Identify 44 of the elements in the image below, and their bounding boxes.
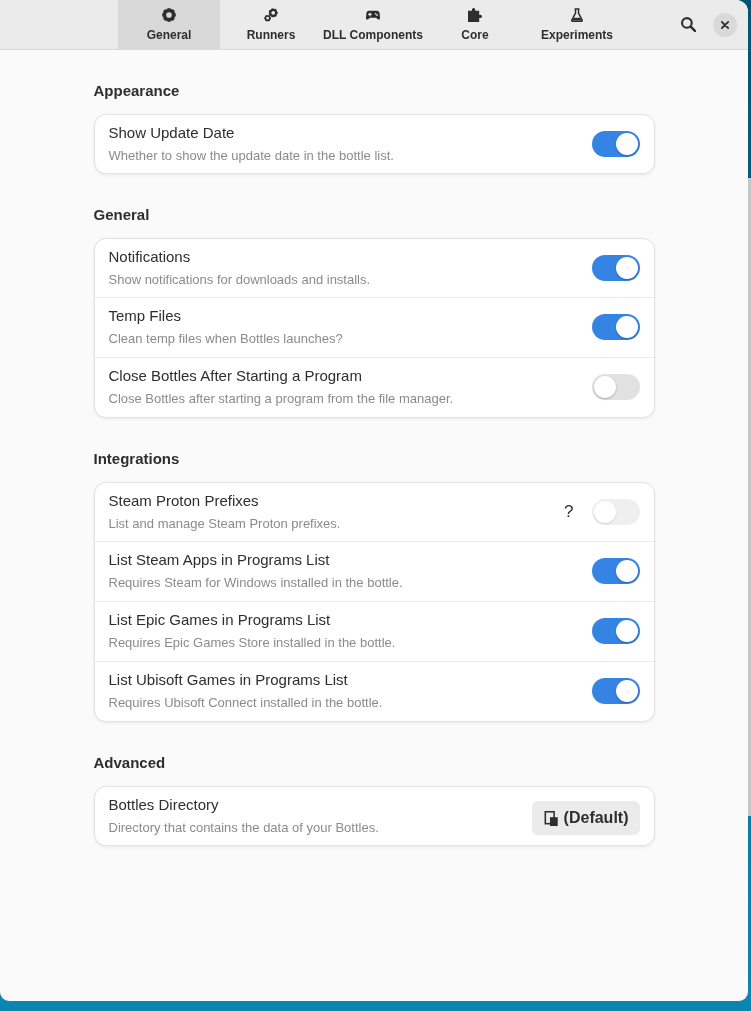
row-title: Show Update Date xyxy=(108,123,235,143)
puzzle-icon xyxy=(468,8,482,22)
toggle-switch[interactable] xyxy=(591,618,640,644)
toggle-switch[interactable] xyxy=(591,374,640,400)
row-subtitle: Requires Epic Games Store installed in the bottle. xyxy=(108,634,396,652)
gamepad-icon xyxy=(366,8,380,22)
view-tab[interactable]: Experiments xyxy=(526,0,628,49)
section-title: General xyxy=(93,205,150,225)
toggle-switch[interactable] xyxy=(591,255,640,281)
section-title: Appearance xyxy=(93,81,180,101)
row-subtitle: Requires Steam for Windows installed in the bottle. xyxy=(108,574,403,592)
row-title: List Steam Apps in Programs List xyxy=(108,550,330,570)
row-title: List Ubisoft Games in Programs List xyxy=(108,670,348,690)
row-subtitle: Directory that contains the data of your Bottles. xyxy=(108,819,379,837)
gear-icon xyxy=(162,8,176,22)
view-tab[interactable]: Runners xyxy=(220,0,322,49)
file-icon xyxy=(543,810,558,826)
section-title: Integrations xyxy=(93,449,180,469)
row-subtitle: Close Bottles after starting a program from the file manager. xyxy=(108,390,454,408)
directory-button[interactable]: (Default) xyxy=(531,801,640,835)
flask-icon xyxy=(570,8,584,22)
view-tab[interactable]: Core xyxy=(424,0,526,49)
row-title: Close Bottles After Starting a Program xyxy=(108,366,362,386)
search-icon xyxy=(680,17,696,32)
close-icon xyxy=(721,20,729,29)
row-title: List Epic Games in Programs List xyxy=(108,610,331,630)
row-subtitle: Clean temp files when Bottles launches? xyxy=(108,330,343,348)
row-title: Steam Proton Prefixes xyxy=(108,491,259,511)
row-title: Notifications xyxy=(108,247,191,267)
view-tab[interactable]: DLL Components xyxy=(322,0,424,49)
toggle-switch[interactable] xyxy=(591,314,640,340)
row-subtitle: Requires Ubisoft Connect installed in the bottle. xyxy=(108,694,383,712)
toggle-switch[interactable] xyxy=(591,678,640,704)
toggle-switch[interactable] xyxy=(591,558,640,584)
close-button[interactable] xyxy=(713,12,737,37)
row-subtitle: Show notifications for downloads and installs. xyxy=(108,271,371,289)
row-subtitle: List and manage Steam Proton prefixes. xyxy=(108,515,341,533)
section-title: Advanced xyxy=(93,753,166,773)
row-title: Bottles Directory xyxy=(108,795,219,815)
view-tab[interactable]: General xyxy=(118,0,220,49)
row-subtitle: Whether to show the update date in the bottle list. xyxy=(108,147,394,165)
toggle-switch[interactable] xyxy=(591,131,640,157)
gears-icon xyxy=(264,8,278,22)
row-title: Temp Files xyxy=(108,306,182,326)
